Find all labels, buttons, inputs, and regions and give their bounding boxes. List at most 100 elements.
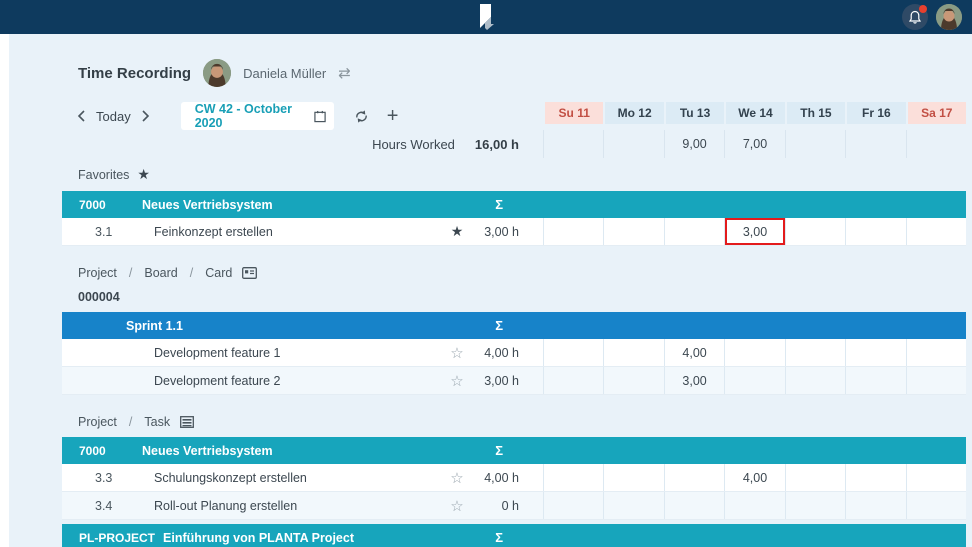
page-header: Time Recording Daniela Müller ⇄ [78,58,972,88]
task-list-icon [180,416,194,428]
time-entry-cell[interactable] [664,492,724,519]
topbar-user-avatar[interactable] [936,4,962,30]
time-entry-cell[interactable] [664,464,724,491]
time-entry-cell[interactable] [724,367,784,394]
day-total: 7,00 [724,130,784,158]
favorite-star-icon[interactable]: ★ [447,223,467,240]
card-id: 000004 [78,290,966,304]
next-week-button[interactable] [135,105,157,127]
favorite-star-outline-icon[interactable]: ☆ [447,344,467,362]
day-total [603,130,663,158]
hours-worked-row: Hours Worked 16,00 h 9,00 7,00 [62,130,966,158]
task-row: Development feature 1 ☆ 4,00 h 4,00 [62,339,966,367]
time-entry-cell[interactable] [543,339,603,366]
favorite-star-outline-icon[interactable]: ☆ [447,469,467,487]
project-band: 7000 Neues Vertriebsystem Σ [62,191,966,218]
chevron-left-icon [77,110,86,122]
task-row-info: Development feature 2 ☆ 3,00 h [62,367,543,394]
time-entry-cell[interactable] [785,464,845,491]
day-header-wednesday: We 14 [724,102,784,124]
time-entry-cell[interactable] [724,339,784,366]
project-band: 7000 Neues Vertriebsystem Σ [62,437,966,464]
time-entry-cell[interactable] [906,492,966,519]
time-entry-cell[interactable] [906,218,966,245]
task-name: Roll-out Planung erstellen [154,499,297,513]
task-name: Schulungskonzept erstellen [154,471,307,485]
time-entry-cell[interactable] [724,492,784,519]
time-entry-cell[interactable] [906,339,966,366]
day-total: 9,00 [664,130,724,158]
project-band: PL-PROJECT Einführung von PLANTA Project… [62,524,966,547]
day-header-sunday: Su 11 [543,102,603,124]
project-name: Neues Vertriebsystem [142,198,273,212]
time-entry-cell[interactable] [785,339,845,366]
time-recording-grid: Today CW 42 - October 2020 [62,102,966,547]
today-button[interactable]: Today [96,109,131,124]
chevron-right-icon [141,110,150,122]
refresh-button[interactable] [354,109,369,124]
task-row-info: 3.1 Feinkonzept erstellen ★ 3,00 h [62,218,543,245]
time-entry-cell[interactable]: 3,00 [664,367,724,394]
time-entry-cell[interactable]: 4,00 [664,339,724,366]
task-total-hours: 4,00 h [467,471,519,485]
breadcrumb: Project / Board / Card [78,266,966,280]
time-entry-cell[interactable] [845,367,905,394]
time-entry-cell[interactable] [785,218,845,245]
day-total [845,130,905,158]
time-entry-cell[interactable]: 4,00 [724,464,784,491]
favorites-text: Favorites [78,168,129,182]
time-entry-cell[interactable] [906,367,966,394]
time-entry-cell-selected[interactable]: 3,00 [724,218,784,245]
breadcrumb-board: Board [144,266,177,280]
task-row: 3.4 Roll-out Planung erstellen ☆ 0 h [62,492,966,520]
task-row: 3.3 Schulungskonzept erstellen ☆ 4,00 h … [62,464,966,492]
time-entry-cell[interactable] [603,339,663,366]
project-name: Einführung von PLANTA Project [163,531,354,545]
task-id: 3.1 [95,225,127,239]
project-name: Neues Vertriebsystem [142,444,273,458]
favorites-star-icon: ★ [137,166,150,183]
time-entry-cell[interactable] [543,492,603,519]
breadcrumb-task: Task [144,415,170,429]
favorite-star-outline-icon[interactable]: ☆ [447,497,467,515]
time-entry-cell[interactable] [543,218,603,245]
user-name: Daniela Müller [243,66,326,81]
task-id: 3.3 [95,471,127,485]
sprint-band: Sprint 1.1 Σ [62,312,966,339]
switch-user-icon[interactable]: ⇄ [338,66,351,81]
previous-week-button[interactable] [70,105,92,127]
time-entry-cell[interactable] [845,464,905,491]
task-row-info: Development feature 1 ☆ 4,00 h [62,339,543,366]
time-entry-cell[interactable] [603,464,663,491]
time-entry-cell[interactable] [603,367,663,394]
hours-worked-summary: Hours Worked 16,00 h [62,130,543,158]
project-code: 7000 [79,198,134,212]
time-entry-cell[interactable] [785,367,845,394]
sum-symbol: Σ [495,318,503,333]
time-entry-cell[interactable] [543,464,603,491]
favorite-star-outline-icon[interactable]: ☆ [447,372,467,390]
project-band-content: 7000 Neues Vertriebsystem Σ [62,443,543,458]
project-code: PL-PROJECT [79,531,155,545]
notifications-button[interactable] [902,4,928,30]
time-entry-cell[interactable] [664,218,724,245]
time-entry-cell[interactable] [845,339,905,366]
time-entry-cell[interactable] [543,367,603,394]
time-entry-cell[interactable] [785,492,845,519]
day-header-saturday: Sa 17 [906,102,966,124]
hours-worked-label: Hours Worked [372,137,455,152]
time-entry-cell[interactable] [845,492,905,519]
day-header-friday: Fr 16 [845,102,905,124]
time-entry-cell[interactable] [906,464,966,491]
breadcrumb: Project / Task [78,415,966,429]
toolbar: Today CW 42 - October 2020 [62,102,543,130]
task-row-info: 3.3 Schulungskonzept erstellen ☆ 4,00 h [62,464,543,491]
project-band-content: PL-PROJECT Einführung von PLANTA Project… [62,530,543,545]
week-header-row: Today CW 42 - October 2020 [62,102,966,130]
time-entry-cell[interactable] [603,492,663,519]
add-entry-button[interactable]: + [387,105,399,128]
card-icon [242,267,257,279]
time-entry-cell[interactable] [845,218,905,245]
time-entry-cell[interactable] [603,218,663,245]
calendar-week-picker[interactable]: CW 42 - October 2020 [181,102,334,130]
